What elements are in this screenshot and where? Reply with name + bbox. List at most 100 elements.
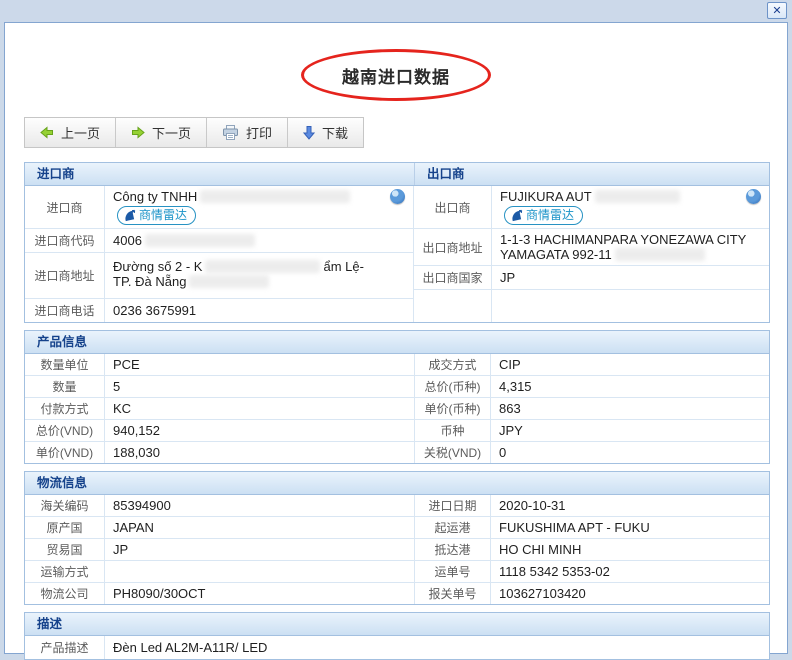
field-label: 产品描述	[25, 636, 105, 659]
section-description: 描述 产品描述 Đèn Led AL2M-A11R/ LED	[24, 612, 770, 660]
table-row: 总价(VND) 940,152 币种 JPY	[25, 419, 769, 441]
exporter-section-title: 出口商	[414, 163, 769, 185]
radar-badge[interactable]: 商情雷达	[117, 206, 196, 225]
table-row-empty	[414, 289, 769, 322]
field-value: 1118 5342 5353-02	[491, 561, 769, 582]
field-value: PCE	[105, 354, 415, 375]
redacted-text	[595, 190, 680, 203]
redacted-text	[145, 234, 255, 247]
field-label: 数量单位	[25, 354, 105, 375]
download-label: 下载	[322, 123, 348, 142]
importer-address-1b: ẩm Lệ-	[323, 259, 363, 274]
prev-page-label: 上一页	[61, 123, 100, 142]
field-value: 5	[105, 376, 415, 397]
field-value: 940,152	[105, 420, 415, 441]
exporter-address-2: YAMAGATA 992-11	[500, 247, 612, 262]
red-circle-annotation: 越南进口数据	[301, 49, 491, 101]
section-product: 产品信息 数量单位 PCE 成交方式 CIP 数量 5 总价(币种) 4,315…	[24, 330, 770, 464]
field-label: 起运港	[415, 517, 491, 538]
empty-label	[414, 290, 492, 322]
field-value: 863	[491, 398, 769, 419]
close-icon[interactable]: ✕	[767, 2, 787, 19]
field-label: 关税(VND)	[415, 442, 491, 463]
section-logistics: 物流信息 海关编码 85394900 进口日期 2020-10-31 原产国 J…	[24, 471, 770, 605]
radar-badge-label: 商情雷达	[139, 208, 187, 223]
radar-badge-label: 商情雷达	[526, 208, 574, 223]
field-label: 进口商代码	[25, 229, 105, 252]
field-label: 进口商电话	[25, 299, 105, 322]
table-row: 海关编码 85394900 进口日期 2020-10-31	[25, 495, 769, 516]
field-value: 0	[491, 442, 769, 463]
description-section-title: 描述	[25, 613, 62, 635]
importer-code-cell: 4006	[105, 229, 413, 252]
field-label: 币种	[415, 420, 491, 441]
field-label: 抵达港	[415, 539, 491, 560]
table-row: 出口商 FUJIKURA AUT	[414, 186, 769, 228]
field-label: 出口商地址	[414, 229, 492, 265]
table-row: 单价(VND) 188,030 关税(VND) 0	[25, 441, 769, 463]
table-row: 产品描述 Đèn Led AL2M-A11R/ LED	[25, 636, 769, 659]
table-row: 进口商代码 4006	[25, 228, 413, 252]
importer-section-title: 进口商	[25, 163, 414, 185]
download-arrow-icon	[303, 126, 315, 140]
table-row: 出口商地址 1-1-3 HACHIMANPARA YONEZAWA CITY Y…	[414, 228, 769, 265]
importer-phone: 0236 3675991	[105, 299, 413, 322]
next-page-label: 下一页	[152, 123, 191, 142]
product-description: Đèn Led AL2M-A11R/ LED	[105, 636, 769, 659]
table-row: 物流公司 PH8090/30OCT 报关单号 103627103420	[25, 582, 769, 604]
table-row: 贸易国 JP 抵达港 HO CHI MINH	[25, 538, 769, 560]
field-value: 2020-10-31	[491, 495, 769, 516]
field-label: 进口日期	[415, 495, 491, 516]
empty-value	[492, 290, 769, 322]
table-row: 运输方式 运单号 1118 5342 5353-02	[25, 560, 769, 582]
exporter-table: 出口商 FUJIKURA AUT	[414, 186, 769, 322]
field-label: 总价(币种)	[415, 376, 491, 397]
print-button[interactable]: 打印	[207, 118, 288, 147]
table-row: 进口商地址 Đường số 2 - Kẩm Lệ- TP. Đà Nẵng	[25, 252, 413, 298]
product-table: 数量单位 PCE 成交方式 CIP 数量 5 总价(币种) 4,315 付款方式…	[25, 354, 769, 463]
section-trader: 进口商 出口商 进口商 Công ty TNHH	[24, 162, 770, 323]
table-row: 数量单位 PCE 成交方式 CIP	[25, 354, 769, 375]
field-label: 出口商国家	[414, 266, 492, 289]
importer-address-1: Đường số 2 - K	[113, 259, 202, 274]
field-label: 成交方式	[415, 354, 491, 375]
redacted-text	[189, 275, 269, 288]
radar-icon	[123, 209, 136, 222]
field-label: 进口商地址	[25, 253, 105, 298]
importer-name-cell: Công ty TNHH	[105, 186, 413, 228]
importer-address-cell: Đường số 2 - Kẩm Lệ- TP. Đà Nẵng	[105, 253, 413, 298]
table-row: 进口商 Công ty TNHH	[25, 186, 413, 228]
table-row: 付款方式 KC 单价(币种) 863	[25, 397, 769, 419]
field-value: HO CHI MINH	[491, 539, 769, 560]
table-row: 数量 5 总价(币种) 4,315	[25, 375, 769, 397]
dialog-titlebar	[0, 0, 792, 22]
field-label: 运输方式	[25, 561, 105, 582]
field-value: PH8090/30OCT	[105, 583, 415, 604]
next-page-button[interactable]: 下一页	[116, 118, 207, 147]
field-value: 4,315	[491, 376, 769, 397]
page-title: 越南进口数据	[342, 63, 450, 88]
exporter-address-1: 1-1-3 HACHIMANPARA YONEZAWA CITY	[500, 232, 761, 247]
field-label: 原产国	[25, 517, 105, 538]
field-value: JAPAN	[105, 517, 415, 538]
field-value: 103627103420	[491, 583, 769, 604]
print-label: 打印	[246, 123, 272, 142]
field-label: 贸易国	[25, 539, 105, 560]
field-value: CIP	[491, 354, 769, 375]
importer-table: 进口商 Công ty TNHH	[25, 186, 414, 322]
field-value: KC	[105, 398, 415, 419]
exporter-name: FUJIKURA AUT	[500, 189, 592, 204]
field-label: 运单号	[415, 561, 491, 582]
arrow-right-icon	[131, 126, 145, 139]
table-row: 出口商国家 JP	[414, 265, 769, 289]
prev-page-button[interactable]: 上一页	[25, 118, 116, 147]
detail-content: 进口商 出口商 进口商 Công ty TNHH	[24, 162, 770, 660]
globe-icon[interactable]	[390, 189, 405, 204]
field-value: FUKUSHIMA APT - FUKU	[491, 517, 769, 538]
field-label: 单价(币种)	[415, 398, 491, 419]
globe-icon[interactable]	[746, 189, 761, 204]
download-button[interactable]: 下载	[288, 118, 363, 147]
radar-icon	[510, 209, 523, 222]
field-label: 进口商	[25, 186, 105, 228]
radar-badge[interactable]: 商情雷达	[504, 206, 583, 225]
